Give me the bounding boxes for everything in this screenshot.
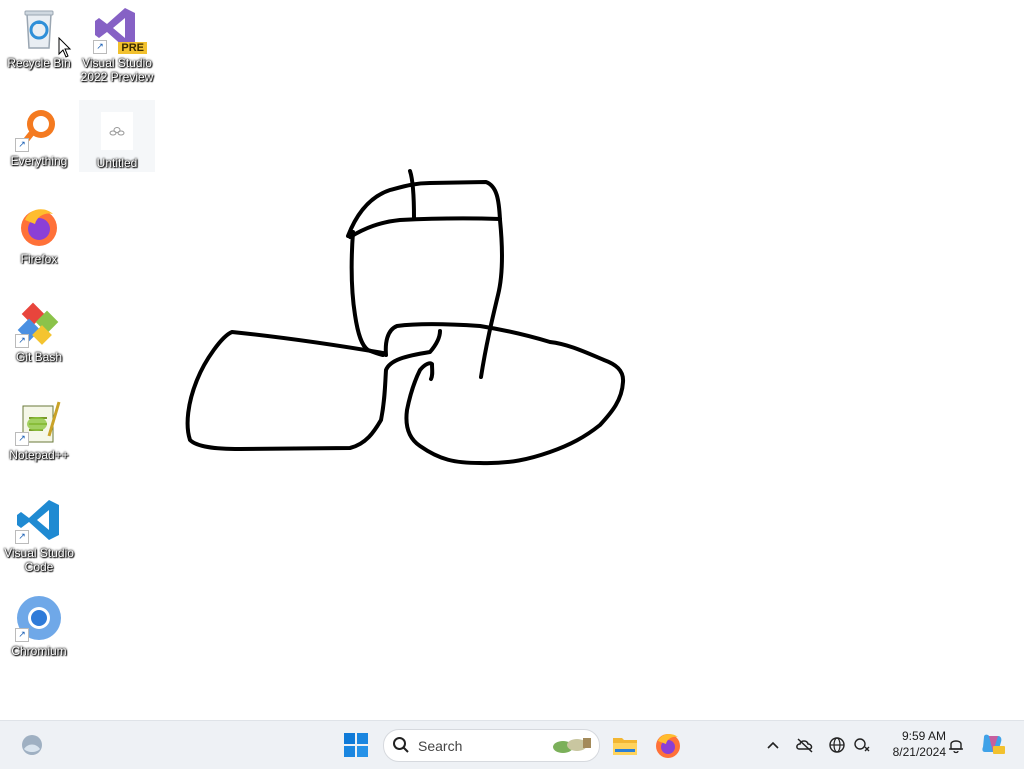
taskbar-clock[interactable]: 9:59 AM 8/21/2024	[880, 728, 946, 760]
start-button[interactable]	[340, 729, 372, 761]
widgets-button[interactable]	[16, 729, 48, 761]
clock-time: 9:59 AM	[901, 729, 946, 743]
firefox-icon	[656, 733, 680, 758]
desktop: Recycle Bin ↗ Everything Firefox ↗ Git B…	[0, 0, 1024, 720]
file-explorer-button[interactable]	[609, 729, 641, 761]
taskbar-search-box[interactable]: Search	[383, 729, 600, 762]
file-explorer-icon	[613, 738, 637, 755]
notification-bell-icon[interactable]	[946, 735, 966, 755]
clock-date: 8/21/2024	[892, 745, 946, 759]
chevron-up-icon[interactable]	[763, 735, 783, 755]
start-icon	[344, 733, 368, 757]
taskbar: Search 9:59 AM 8/21/2024	[0, 720, 1024, 769]
settings-sync-icon[interactable]	[852, 735, 872, 755]
search-highlight-icon	[553, 738, 591, 753]
widgets-icon	[22, 735, 42, 755]
freehand-drawing	[185, 169, 626, 466]
network-globe-icon[interactable]	[827, 735, 847, 755]
copilot-preview-icon[interactable]	[980, 731, 1006, 757]
search-label: Search	[418, 738, 463, 754]
mouse-cursor-icon	[58, 37, 72, 58]
search-icon	[393, 737, 409, 753]
firefox-taskbar-button[interactable]	[652, 729, 684, 761]
onedrive-offline-icon[interactable]	[795, 735, 815, 755]
